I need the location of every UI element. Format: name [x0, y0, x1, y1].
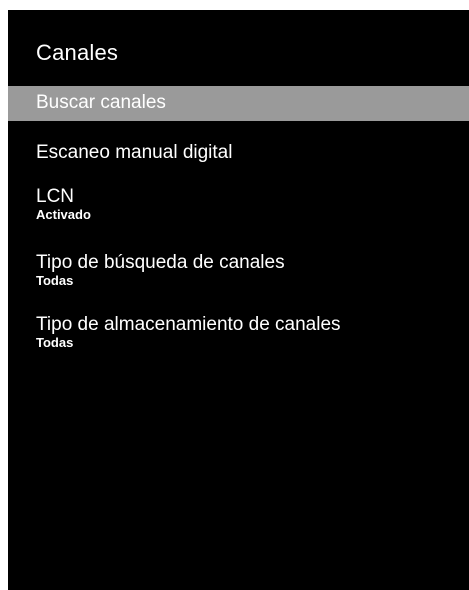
menu-item-value: Activado	[36, 207, 91, 222]
menu-item-value: Todas	[36, 273, 74, 288]
menu-item-buscar-canales[interactable]: Buscar canales	[8, 86, 469, 121]
channels-menu-panel: Canales Buscar canales Escaneo manual di…	[8, 10, 469, 590]
menu-item-label: Escaneo manual digital	[36, 142, 233, 163]
menu-item-value: Todas	[36, 335, 74, 350]
menu-item-tipo-almacenamiento-canales[interactable]: Tipo de almacenamiento de canales Todas	[8, 310, 469, 358]
menu-item-escaneo-manual-digital[interactable]: Escaneo manual digital	[8, 137, 469, 171]
menu-item-lcn[interactable]: LCN Activado	[8, 182, 469, 230]
menu-title: Canales	[36, 40, 119, 65]
menu-item-label: Tipo de almacenamiento de canales	[36, 314, 341, 335]
menu-item-label: Buscar canales	[36, 92, 166, 113]
menu-item-label: Tipo de búsqueda de canales	[36, 252, 285, 273]
menu-item-tipo-busqueda-canales[interactable]: Tipo de búsqueda de canales Todas	[8, 248, 469, 296]
menu-item-label: LCN	[36, 186, 75, 207]
